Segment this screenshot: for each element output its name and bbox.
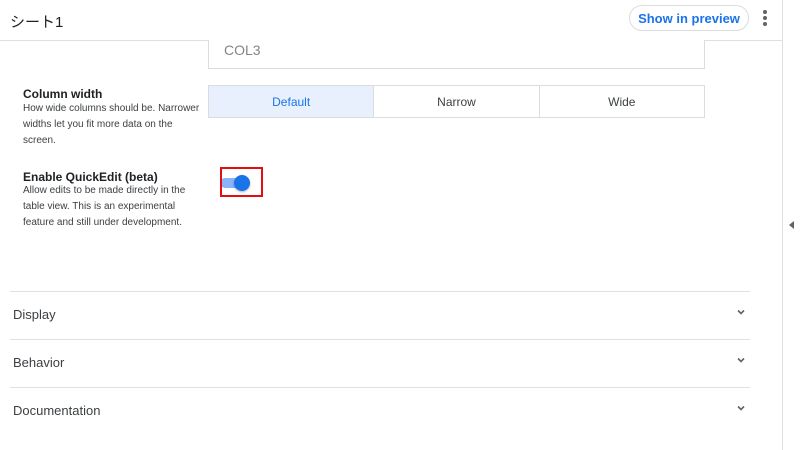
column-width-option-narrow[interactable]: Narrow [374,86,540,117]
column-width-selector: Default Narrow Wide [208,85,705,118]
column-width-option-default[interactable]: Default [209,86,375,117]
quickedit-description: Allow edits to be made directly in the t… [23,185,186,228]
header-bar: シート1 Show in preview [0,0,782,41]
app-page: シート1 Show in preview COL3 Column width H… [0,0,800,450]
section-behavior[interactable]: Behavior [10,339,750,388]
chevron-down-icon [737,405,745,411]
column-width-title: Column width [23,87,103,101]
highlight-box [220,167,263,197]
chevron-down-icon [737,357,745,363]
quickedit-title: Enable QuickEdit (beta) [23,170,158,184]
section-behavior-label: Behavior [13,355,65,370]
column-field[interactable]: COL3 [208,40,705,69]
expand-panel-arrow-icon[interactable] [789,221,794,229]
column-width-option-wide[interactable]: Wide [540,86,704,117]
section-display-label: Display [13,307,56,322]
show-in-preview-button[interactable]: Show in preview [629,5,749,31]
side-panel-gutter [782,0,800,450]
section-documentation-label: Documentation [13,403,101,418]
column-width-description: How wide columns should be. Narrower wid… [23,103,200,146]
section-documentation[interactable]: Documentation [10,387,750,436]
section-display[interactable]: Display [10,291,750,340]
page-title: シート1 [10,14,64,31]
chevron-down-icon [737,309,745,315]
more-vert-icon[interactable] [759,10,771,28]
